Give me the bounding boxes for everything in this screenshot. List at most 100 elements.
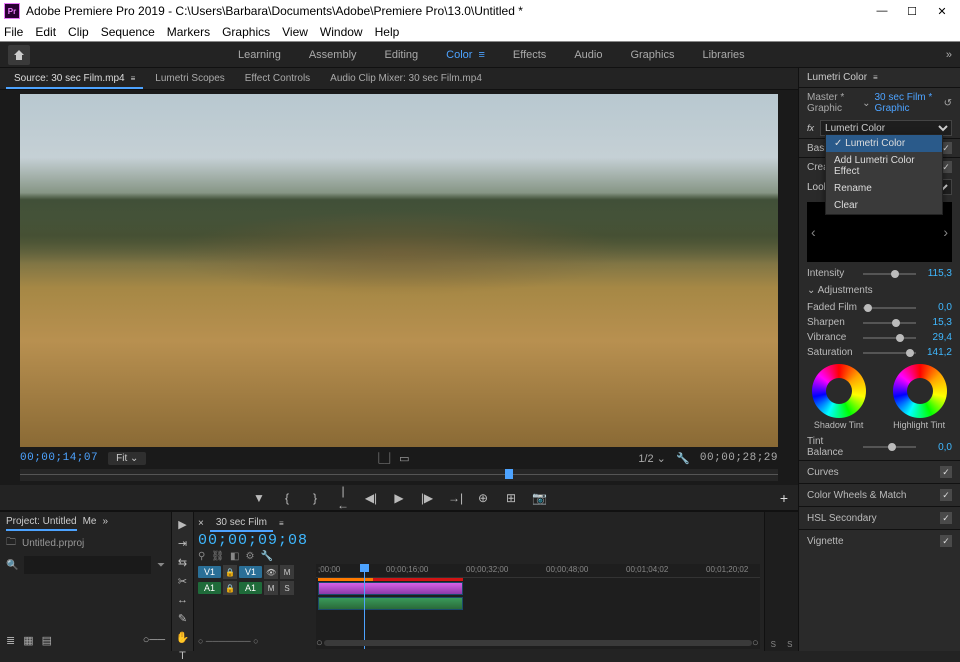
hand-tool-icon[interactable]: ✋: [176, 631, 190, 644]
track-solo-icon[interactable]: S: [280, 581, 294, 595]
timeline-h-scrollbar[interactable]: [324, 640, 752, 646]
workspace-editing[interactable]: Editing: [385, 49, 419, 61]
timeline-ruler[interactable]: ;00;00 00;00;16;00 00;00;32;00 00;00;48;…: [316, 564, 760, 578]
shadow-tint-wheel[interactable]: [812, 364, 866, 418]
resolution-icon[interactable]: ▭: [397, 452, 411, 465]
menu-window[interactable]: Window: [320, 25, 363, 39]
pen-tool-icon[interactable]: ✎: [178, 612, 187, 625]
workspace-audio[interactable]: Audio: [574, 49, 602, 61]
workspace-learning[interactable]: Learning: [238, 49, 281, 61]
menu-item-lumetri-color[interactable]: Lumetri Color: [826, 135, 942, 152]
menu-item-add-lumetri[interactable]: Add Lumetri Color Effect: [826, 152, 942, 180]
basic-correction-label[interactable]: Basi: [807, 143, 826, 154]
tl-snap-icon[interactable]: ⚲: [198, 551, 205, 562]
freeform-view-icon[interactable]: ▤: [42, 634, 52, 647]
saturation-slider[interactable]: [863, 352, 916, 354]
workspace-graphics[interactable]: Graphics: [630, 49, 674, 61]
fx-badge[interactable]: fx: [807, 123, 814, 133]
faded-film-slider[interactable]: [863, 307, 916, 309]
track-select-tool-icon[interactable]: ⇥: [178, 537, 187, 550]
maximize-button[interactable]: ☐: [898, 2, 926, 20]
workspace-assembly[interactable]: Assembly: [309, 49, 357, 61]
tab-audio-clip-mixer[interactable]: Audio Clip Mixer: 30 sec Film.mp4: [322, 70, 490, 89]
timecode-out[interactable]: 00;00;28;29: [700, 452, 778, 464]
track-lock-icon[interactable]: 🔒: [223, 565, 237, 579]
color-wheels-toggle[interactable]: ✓: [940, 489, 952, 501]
tab-effect-controls[interactable]: Effect Controls: [237, 70, 318, 89]
timeline-tab[interactable]: 30 sec Film: [210, 515, 273, 532]
saturation-value[interactable]: 141,2: [922, 347, 952, 358]
filter-icon[interactable]: ⏷: [157, 560, 165, 571]
export-frame-button[interactable]: 📷: [532, 491, 546, 505]
video-preview[interactable]: [20, 94, 778, 447]
section-vignette[interactable]: Vignette ✓: [799, 529, 960, 552]
tint-balance-slider[interactable]: [863, 446, 916, 448]
reset-icon[interactable]: ↺: [944, 98, 952, 109]
tab-menu-icon[interactable]: ≡: [131, 74, 136, 83]
project-search-input[interactable]: [24, 556, 151, 574]
tl-settings-icon[interactable]: ⚙: [245, 551, 254, 562]
section-curves[interactable]: Curves ✓: [799, 460, 960, 483]
menu-markers[interactable]: Markers: [167, 25, 210, 39]
track-toggle-output-icon[interactable]: 👁: [264, 565, 278, 579]
tab-media-browser[interactable]: Me: [83, 516, 97, 531]
intensity-slider[interactable]: [863, 273, 916, 275]
monitor-ruler[interactable]: [20, 469, 778, 481]
vignette-toggle[interactable]: ✓: [940, 535, 952, 547]
type-tool-icon[interactable]: T: [179, 650, 186, 662]
lumetri-panel-title[interactable]: Lumetri Color: [807, 72, 867, 83]
workspace-color[interactable]: Color: [446, 49, 472, 61]
audio-clip[interactable]: [318, 597, 463, 610]
menu-sequence[interactable]: Sequence: [101, 25, 155, 39]
track-lock-icon[interactable]: 🔒: [223, 581, 237, 595]
adjustments-header[interactable]: Adjustments: [799, 281, 960, 300]
faded-film-value[interactable]: 0,0: [922, 302, 952, 313]
vibrance-value[interactable]: 29,4: [922, 332, 952, 343]
hsl-toggle[interactable]: ✓: [940, 512, 952, 524]
section-hsl[interactable]: HSL Secondary ✓: [799, 506, 960, 529]
vibrance-slider[interactable]: [863, 337, 916, 339]
add-marker-button[interactable]: ▼: [252, 491, 266, 505]
timecode-in[interactable]: 00;00;14;07: [20, 452, 98, 464]
menu-view[interactable]: View: [282, 25, 308, 39]
timeline-close-tab[interactable]: ×: [198, 518, 204, 529]
workspace-overflow-icon[interactable]: »: [946, 49, 952, 61]
track-mute-icon[interactable]: M: [280, 565, 294, 579]
icon-view-icon[interactable]: ▦: [23, 634, 33, 647]
button-editor-icon[interactable]: +: [780, 490, 788, 506]
timeline-track-area[interactable]: ;00;00 00;00;16;00 00;00;32;00 00;00;48;…: [316, 564, 760, 649]
curves-toggle[interactable]: ✓: [940, 466, 952, 478]
panel-menu-icon[interactable]: ≡: [873, 73, 878, 82]
section-color-wheels[interactable]: Color Wheels & Match ✓: [799, 483, 960, 506]
play-button[interactable]: ▶: [392, 491, 406, 505]
v1-target[interactable]: V1: [239, 566, 262, 578]
overwrite-button[interactable]: ⊞: [504, 491, 518, 505]
go-to-in-button[interactable]: |←: [336, 484, 350, 512]
timeline-playhead[interactable]: [364, 564, 365, 649]
look-prev-button[interactable]: ‹: [811, 224, 816, 240]
in-out-duration-icon[interactable]: ⎿⏌: [373, 450, 387, 466]
tint-balance-value[interactable]: 0,0: [922, 442, 952, 453]
ripple-edit-tool-icon[interactable]: ⇆: [178, 556, 187, 569]
workspace-menu-icon[interactable]: ≡: [478, 49, 484, 61]
a1-target[interactable]: A1: [239, 582, 262, 594]
timeline-timecode[interactable]: 00;00;09;08: [198, 532, 308, 549]
a1-source-patch[interactable]: A1: [198, 582, 221, 594]
minimize-button[interactable]: —: [868, 2, 896, 20]
audio-meters[interactable]: SS: [764, 512, 798, 651]
highlight-tint-wheel[interactable]: [893, 364, 947, 418]
tab-lumetri-scopes[interactable]: Lumetri Scopes: [147, 70, 232, 89]
tl-wrench-icon[interactable]: 🔧: [260, 551, 272, 562]
menu-help[interactable]: Help: [375, 25, 400, 39]
sharpen-slider[interactable]: [863, 322, 916, 324]
intensity-value[interactable]: 115,3: [922, 268, 952, 279]
razor-tool-icon[interactable]: ✂: [178, 575, 187, 588]
workspace-libraries[interactable]: Libraries: [702, 49, 744, 61]
look-next-button[interactable]: ›: [943, 224, 948, 240]
v1-source-patch[interactable]: V1: [198, 566, 221, 578]
project-file-name[interactable]: Untitled.prproj: [22, 538, 84, 549]
zoom-fit-dropdown[interactable]: Fit ⌄: [108, 452, 146, 465]
sharpen-value[interactable]: 15,3: [922, 317, 952, 328]
menu-graphics[interactable]: Graphics: [222, 25, 270, 39]
menu-item-clear[interactable]: Clear: [826, 197, 942, 214]
